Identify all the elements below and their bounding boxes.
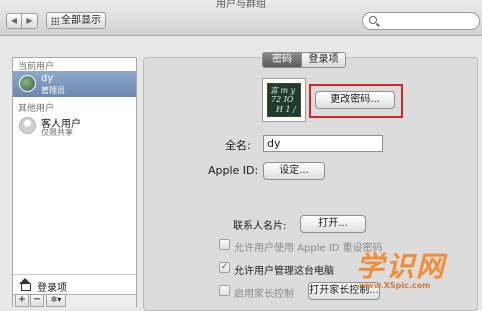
home-icon <box>18 278 32 291</box>
show-all-button[interactable]: 全部显示 <box>46 12 106 29</box>
tab-password[interactable]: 密码 <box>262 52 302 68</box>
change-password-button[interactable]: 更改密码... <box>315 91 395 109</box>
picture-text-2: 72 IO <box>271 95 294 104</box>
user-list-sidebar: 当前用户 dy 管理员 其他用户 客人用户 仅限共享 登录项 + − ✲▾ <box>12 57 137 307</box>
watermark-text: 学识网 <box>356 250 447 283</box>
parental-controls-label: 启用家长控制 <box>234 289 294 300</box>
guest-avatar-icon <box>19 117 36 134</box>
grid-icon <box>51 17 59 25</box>
allow-admin-label: 允许用户管理这台电脑 <box>234 266 334 277</box>
sidebar-toolbar: + − ✲▾ <box>13 294 136 307</box>
apple-id-label: Apple ID: <box>208 164 259 177</box>
watermark-url: www.XSpic.com <box>359 281 431 290</box>
window-title: 用户与群组 <box>216 0 266 10</box>
search-input[interactable] <box>362 12 480 30</box>
search-icon <box>369 16 377 24</box>
picture-text-3: H 1 / <box>276 105 296 114</box>
allow-appleid-reset-checkbox[interactable] <box>219 239 230 250</box>
login-options-label: 登录项 <box>37 283 67 294</box>
user-avatar <box>19 75 36 92</box>
user-row-guest[interactable]: 客人用户 仅限共享 <box>13 113 136 139</box>
user-name: dy <box>41 73 54 84</box>
chalkboard-image: 言 m y 72 IO H 1 / <box>267 83 301 117</box>
user-role: 管理员 <box>41 86 65 95</box>
remove-user-button[interactable]: − <box>30 294 44 307</box>
login-options-item[interactable]: 登录项 <box>13 274 136 294</box>
apple-id-set-button[interactable]: 设定... <box>263 162 325 180</box>
parental-controls-checkbox[interactable] <box>219 285 230 296</box>
allow-admin-checkbox[interactable]: ✓ <box>219 262 230 273</box>
gear-menu-button[interactable]: ✲▾ <box>46 294 66 307</box>
tab-login-items[interactable]: 登录项 <box>302 52 346 68</box>
site-watermark: 学识网 www.XSpic.com <box>356 245 447 290</box>
add-user-button[interactable]: + <box>15 294 29 307</box>
contacts-card-label: 联系人名片: <box>233 221 287 232</box>
window-titlebar: 用户与群组 ◀ ▶ 全部显示 <box>0 0 482 36</box>
guest-role: 仅限共享 <box>41 128 73 137</box>
back-button[interactable]: ◀ <box>6 13 22 29</box>
contacts-card-open-button[interactable]: 打开... <box>300 215 366 233</box>
user-row-dy[interactable]: dy 管理员 <box>13 71 136 97</box>
forward-button[interactable]: ▶ <box>22 13 38 29</box>
user-picture[interactable]: 言 m y 72 IO H 1 / <box>262 78 306 122</box>
full-name-field[interactable]: dy <box>263 135 383 152</box>
full-name-label: 全名: <box>225 139 251 152</box>
